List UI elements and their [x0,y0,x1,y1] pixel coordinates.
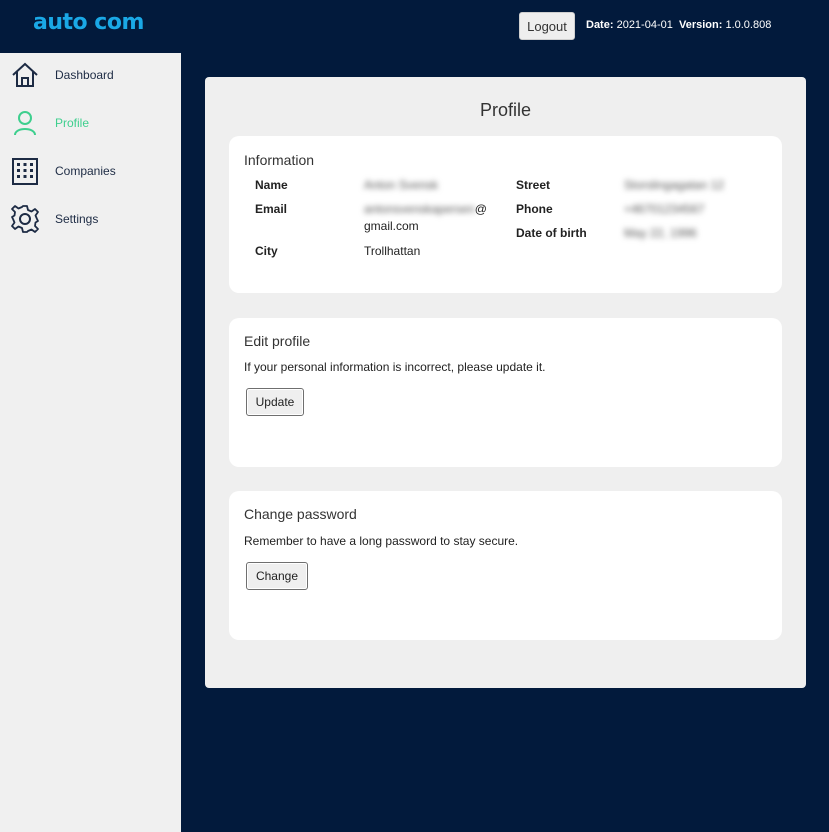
change-password-title: Change password [244,506,357,522]
email-value-local: antonsvenskapersen [364,202,475,216]
phone-label: Phone [516,202,553,216]
email-value: antonsvenskapersen@ gmail.com [364,202,494,236]
gear-icon [11,205,39,233]
change-button[interactable]: Change [246,562,308,590]
information-title: Information [244,152,315,168]
sidebar-item-settings[interactable]: Settings [0,197,181,241]
email-domain: gmail.com [364,219,419,233]
date-label: Date: [586,19,614,31]
email-label: Email [255,202,288,216]
city-value: Trollhattan [364,244,421,258]
logo-text: auto com [33,10,144,35]
change-password-description: Remember to have a long password to stay… [244,534,519,548]
street-label: Street [516,178,551,192]
phone-value: +46701234567 [624,202,705,216]
edit-profile-card: Edit profile If your personal informatio… [229,318,782,467]
page-title: Profile [479,100,532,120]
sidebar-item-label: Settings [55,212,99,226]
date-value: 2021-04-01 [616,19,673,31]
sidebar-item-label: Dashboard [55,68,114,82]
logout-button[interactable]: Logout [519,12,575,40]
update-button[interactable]: Update [246,388,304,416]
dob-value: May 22, 1996 [624,226,697,240]
name-label: Name [255,178,288,192]
change-password-card: Change password Remember to have a long … [229,491,782,640]
header-info: Date: 2021-04-01 Version: 1.0.0.808 [586,19,771,31]
sidebar-item-dashboard[interactable]: Dashboard [0,53,181,97]
dob-label: Date of birth [516,226,587,240]
sidebar-item-label: Profile [55,116,90,130]
home-icon [12,62,38,87]
version-label: Version: [678,19,723,31]
building-icon [12,158,38,185]
sidebar-item-companies[interactable]: Companies [0,149,181,193]
information-card: Information Name Anton Svensk Email anto… [229,136,782,293]
version-value: 1.0.0.808 [725,19,772,31]
sidebar-item-label: Companies [55,164,116,178]
app-logo[interactable]: auto com [33,10,144,35]
user-icon [14,111,36,136]
edit-profile-description: If your personal information is incorrec… [244,360,546,374]
street-value: Storslingagatan 12 [624,178,725,192]
edit-profile-title: Edit profile [244,333,311,349]
sidebar: Dashboard Profile Companies Settings [0,53,181,832]
email-at: @ [474,202,487,216]
city-label: City [255,244,278,258]
sidebar-item-profile[interactable]: Profile [0,101,181,145]
name-value: Anton Svensk [364,178,439,192]
